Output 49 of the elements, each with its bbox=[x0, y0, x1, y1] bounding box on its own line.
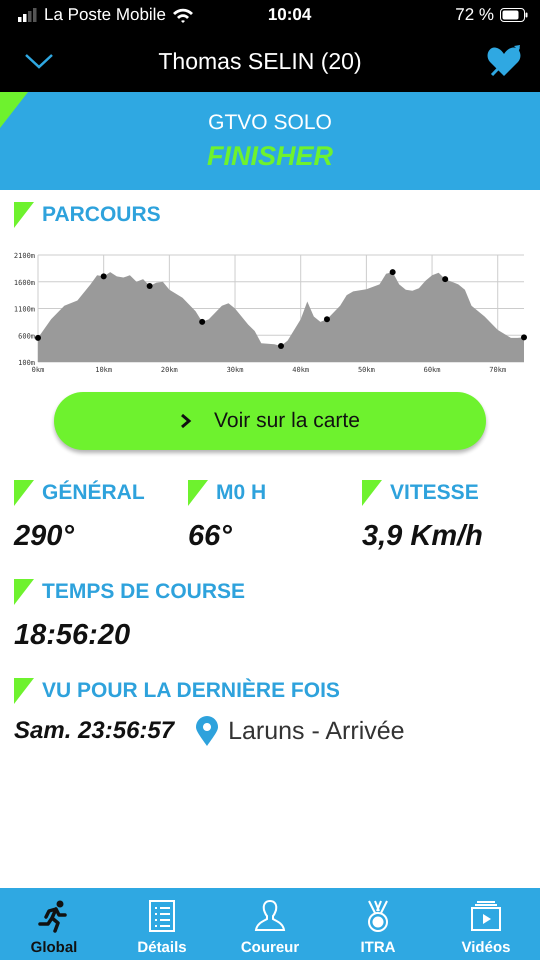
section-mark-icon bbox=[362, 480, 384, 506]
signal-icon bbox=[18, 8, 38, 22]
video-icon bbox=[469, 899, 503, 933]
checkpoint-dot bbox=[199, 318, 206, 325]
tab[interactable]: Vidéos bbox=[432, 888, 540, 960]
section-heading: M0 H bbox=[216, 481, 266, 505]
stat-value: 290° bbox=[14, 520, 76, 553]
runner-name: Thomas SELIN (20) bbox=[157, 48, 363, 74]
stat-value: 66° bbox=[188, 520, 233, 553]
person-icon bbox=[253, 899, 287, 933]
race-status: FINISHER bbox=[206, 140, 333, 172]
tab[interactable]: Global bbox=[0, 888, 108, 960]
checkpoint-dot bbox=[278, 342, 284, 349]
section-mark-icon bbox=[14, 579, 36, 605]
battery-percent: 72 % bbox=[455, 5, 494, 25]
checkpoint-dot bbox=[390, 269, 396, 276]
race-time: 18:56:20 bbox=[14, 619, 132, 652]
section-mark-icon bbox=[14, 678, 36, 704]
clock-time: 10:04 bbox=[266, 5, 312, 25]
location-pin-icon bbox=[196, 716, 218, 746]
checkpoint-dot bbox=[146, 283, 153, 290]
tab[interactable]: Coureur bbox=[216, 888, 324, 960]
checkpoint-dot bbox=[35, 334, 41, 341]
corner-mark-icon bbox=[0, 92, 28, 128]
carrier-name: La Poste Mobile bbox=[44, 5, 166, 25]
checkpoint-dot bbox=[324, 316, 330, 322]
section-heading: GÉNÉRAL bbox=[42, 481, 145, 505]
chevron-right-icon bbox=[180, 413, 192, 429]
section-heading: VU POUR LA DERNIÈRE FOIS bbox=[42, 679, 340, 703]
section-mark-icon bbox=[14, 480, 36, 506]
checkpoint-dot bbox=[442, 276, 448, 282]
tab[interactable]: Détails bbox=[108, 888, 216, 960]
section-mark-icon bbox=[188, 480, 210, 506]
chevron-down-icon[interactable] bbox=[24, 52, 54, 70]
section-heading: TEMPS DE COURSE bbox=[42, 580, 246, 604]
last-seen-time: Sam. 23:56:57 bbox=[14, 717, 174, 745]
battery-icon bbox=[500, 8, 528, 22]
race-name: GTVO SOLO bbox=[208, 110, 332, 134]
map-button[interactable]: Voir sur la carte bbox=[54, 392, 486, 450]
section-mark-icon bbox=[14, 202, 36, 228]
location-name: Laruns - Arrivée bbox=[228, 716, 405, 746]
stat-value: 3,9 Km/h bbox=[362, 520, 484, 553]
checkpoint-dot bbox=[100, 273, 107, 280]
heart-icon[interactable] bbox=[486, 44, 522, 78]
section-heading: VITESSE bbox=[390, 481, 479, 505]
section-heading: PARCOURS bbox=[42, 203, 161, 227]
checkpoint-dot bbox=[521, 334, 527, 340]
tab[interactable]: ITRA bbox=[324, 888, 432, 960]
wifi-icon bbox=[172, 7, 194, 23]
